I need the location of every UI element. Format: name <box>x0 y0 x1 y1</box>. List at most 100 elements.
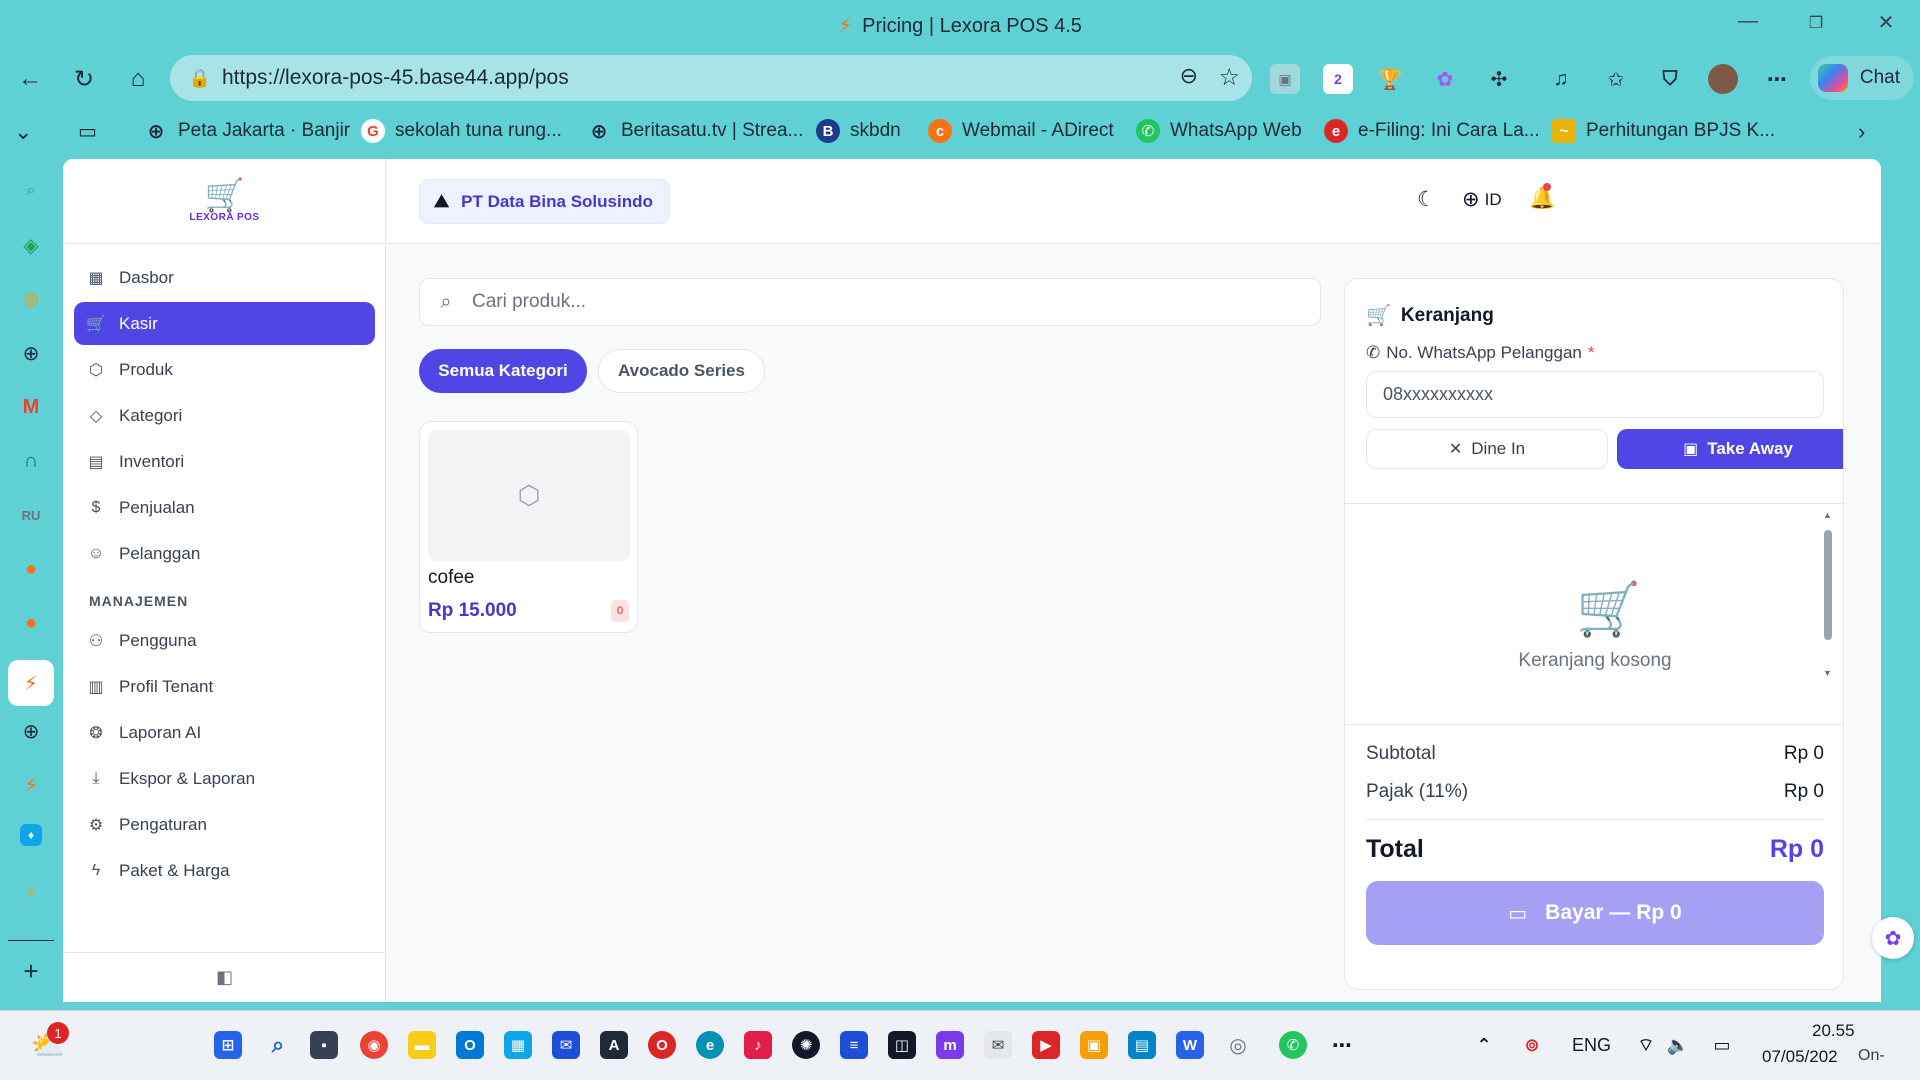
trophy-extension-icon[interactable]: 🏆 <box>1375 64 1405 94</box>
bookmarks-overflow-icon[interactable]: › <box>1858 119 1865 145</box>
cart-scrollbar[interactable]: ▲ ▼ <box>1821 510 1835 680</box>
mastodon-icon[interactable]: m <box>936 1031 964 1059</box>
menu-item-dasbor[interactable]: ▦ Dasbor <box>74 256 375 299</box>
battery-icon[interactable]: ▭ <box>1708 1031 1736 1059</box>
sidebar-toggle-chevron-icon[interactable]: ⌄ <box>14 119 32 145</box>
menu-item-profil-tenant[interactable]: ▥ Profil Tenant <box>74 665 375 708</box>
tab-actions-icon[interactable]: ▭ <box>78 119 97 144</box>
bookmark-bpjs[interactable]: ~ Perhitungan BPJS K... <box>1552 119 1775 143</box>
menu-item-kasir[interactable]: 🛒 Kasir <box>74 302 375 345</box>
tiktok-icon[interactable]: ♪ <box>744 1031 772 1059</box>
calculator-icon[interactable]: ▦ <box>504 1031 532 1059</box>
search-icon[interactable]: ⌕ <box>16 176 46 206</box>
task-view-icon[interactable]: ▪ <box>310 1031 338 1059</box>
youtube-icon[interactable]: ▶ <box>1032 1031 1060 1059</box>
notification-preview[interactable]: On- <box>1858 1047 1885 1065</box>
tenant-badge[interactable]: ⛰ PT Data Bina Solusindo <box>419 179 670 224</box>
security-tray-icon[interactable]: ⊚ <box>1518 1031 1546 1059</box>
chrome-icon[interactable]: ◉ <box>360 1031 388 1059</box>
puzzle-extensions-icon[interactable]: ✣ <box>1484 64 1514 94</box>
pay-button[interactable]: ▭ Bayar — Rp 0 <box>1366 881 1824 945</box>
lock-icon[interactable]: 🔒 <box>182 68 218 89</box>
extension-icon[interactable]: ▣ <box>1270 64 1300 94</box>
brain-extension-icon[interactable]: ✿ <box>1430 64 1460 94</box>
bookmark-beritasatu[interactable]: ⊕ Beritasatu.tv | Strea... <box>587 119 804 143</box>
category-avocado-button[interactable]: Avocado Series <box>598 349 765 393</box>
edge-icon[interactable]: e <box>696 1031 724 1059</box>
globe-app-icon[interactable]: ⊕ <box>16 338 46 368</box>
chevron-up-icon[interactable]: ⌃ <box>1470 1031 1498 1059</box>
orange-app-icon[interactable]: ● <box>16 554 46 584</box>
add-icon[interactable]: + <box>16 956 46 986</box>
notes-app-icon[interactable]: ▤ <box>1128 1031 1156 1059</box>
more-menu-icon[interactable]: ⋯ <box>1762 64 1792 94</box>
wifi-icon[interactable]: ⌔ <box>1632 1031 1660 1059</box>
menu-item-kategori[interactable]: ◇ Kategori <box>74 394 375 437</box>
search-icon[interactable]: ⌕ <box>264 1031 292 1059</box>
globe-app-2-icon[interactable]: ⊕ <box>16 716 46 746</box>
favorite-star-icon[interactable]: ☆ <box>1218 63 1240 92</box>
close-window-button[interactable]: ✕ <box>1866 10 1906 35</box>
font-app-icon[interactable]: A <box>600 1031 628 1059</box>
start-icon[interactable]: ⊞ <box>214 1031 242 1059</box>
scrollbar-thumb[interactable] <box>1824 530 1832 640</box>
collapse-sidebar-button[interactable]: ◧ <box>63 952 386 1002</box>
notifications-button[interactable]: 🔔 <box>1529 183 1555 211</box>
arch-app-icon[interactable]: ∩ <box>16 446 46 476</box>
favorites-icon[interactable]: ✩ <box>1601 64 1631 94</box>
menu-item-ekspor-laporan[interactable]: ⤓ Ekspor & Laporan <box>74 757 375 800</box>
clock-date[interactable]: 07/05/202 <box>1762 1047 1838 1067</box>
bookmark-whatsapp[interactable]: ✆ WhatsApp Web <box>1136 119 1302 143</box>
home-button[interactable]: ⌂ <box>120 61 156 97</box>
menu-item-pengaturan[interactable]: ⚙ Pengaturan <box>74 803 375 846</box>
extension-2-icon[interactable]: 2 <box>1323 64 1353 94</box>
bookmark-efiling[interactable]: e e-Filing: Ini Cara La... <box>1324 119 1540 143</box>
dine-in-button[interactable]: ✕ Dine In <box>1366 429 1608 469</box>
capcut-icon[interactable]: ◫ <box>888 1031 916 1059</box>
floating-copilot-icon[interactable]: ✿ <box>1872 917 1914 959</box>
shield-icon[interactable]: ⛉ <box>1655 64 1685 94</box>
opera-icon[interactable]: O <box>648 1031 676 1059</box>
language-switcher[interactable]: ⊕ ID <box>1462 187 1502 212</box>
url-text[interactable]: https://lexora-pos-45.base44.app/pos <box>222 66 569 90</box>
zoom-out-icon[interactable]: ⊖ <box>1180 63 1198 89</box>
orange-app-2-icon[interactable]: ● <box>16 608 46 638</box>
copilot-chat-button[interactable]: Chat <box>1810 56 1914 100</box>
copilot-taskbar-icon[interactable]: ◎ <box>1224 1031 1252 1059</box>
image-app-icon[interactable]: ▣ <box>1080 1031 1108 1059</box>
scroll-down-arrow-icon[interactable]: ▼ <box>1823 668 1832 678</box>
blue-app-icon[interactable]: ♦ <box>20 824 42 846</box>
menu-item-laporan-ai[interactable]: ❂ Laporan AI <box>74 711 375 754</box>
more-apps-icon[interactable]: ⋯ <box>1328 1031 1356 1059</box>
bookmark-sekolah[interactable]: Gsekolah tuna rung... <box>361 119 562 143</box>
bookmark-skbdn[interactable]: Bskbdn <box>816 119 901 143</box>
media-control-icon[interactable]: ♫ <box>1546 64 1576 94</box>
bolt-app-icon[interactable]: ⚡ <box>16 770 46 800</box>
clock-time[interactable]: 20.55 <box>1812 1021 1855 1041</box>
menu-item-produk[interactable]: ⬡ Produk <box>74 348 375 391</box>
lexora-bolt-icon[interactable]: ⚡ <box>8 660 54 706</box>
menu-item-inventori[interactable]: ▤ Inventori <box>74 440 375 483</box>
take-away-button[interactable]: ▣ Take Away <box>1617 429 1843 469</box>
ru-app-icon[interactable]: RU <box>16 500 46 530</box>
outlook-new-icon[interactable]: ✉ <box>552 1031 580 1059</box>
outlook-icon[interactable]: O <box>456 1031 484 1059</box>
product-search[interactable]: ⌕ <box>419 278 1321 326</box>
menu-item-pelanggan[interactable]: ☺ Pelanggan <box>74 532 375 575</box>
product-search-input[interactable] <box>472 291 1292 313</box>
brand-logo[interactable]: 🛒 LEXORA POS <box>63 159 386 244</box>
menu-item-penjualan[interactable]: $ Penjualan <box>74 486 375 529</box>
bookmark-peta-jakarta[interactable]: ⊕ Peta Jakarta · Banjir <box>144 119 351 143</box>
bolt-app-2-icon[interactable]: ⚡ <box>16 878 46 908</box>
mail-icon[interactable]: ✉ <box>984 1031 1012 1059</box>
profile-avatar-icon[interactable] <box>1708 64 1738 94</box>
stack-app-icon[interactable]: ◈ <box>16 230 46 260</box>
chatgpt-icon[interactable]: ✺ <box>792 1031 820 1059</box>
back-button[interactable]: ← <box>12 61 48 97</box>
menu-item-pengguna[interactable]: ⚇ Pengguna <box>74 619 375 662</box>
menu-item-paket-harga[interactable]: ϟ Paket & Harga <box>74 849 375 892</box>
bookmark-webmail[interactable]: c Webmail - ADirect <box>928 119 1114 143</box>
restore-button[interactable]: ❐ <box>1796 13 1836 33</box>
word-icon[interactable]: W <box>1176 1031 1204 1059</box>
file-explorer-icon[interactable]: ▬ <box>408 1031 436 1059</box>
